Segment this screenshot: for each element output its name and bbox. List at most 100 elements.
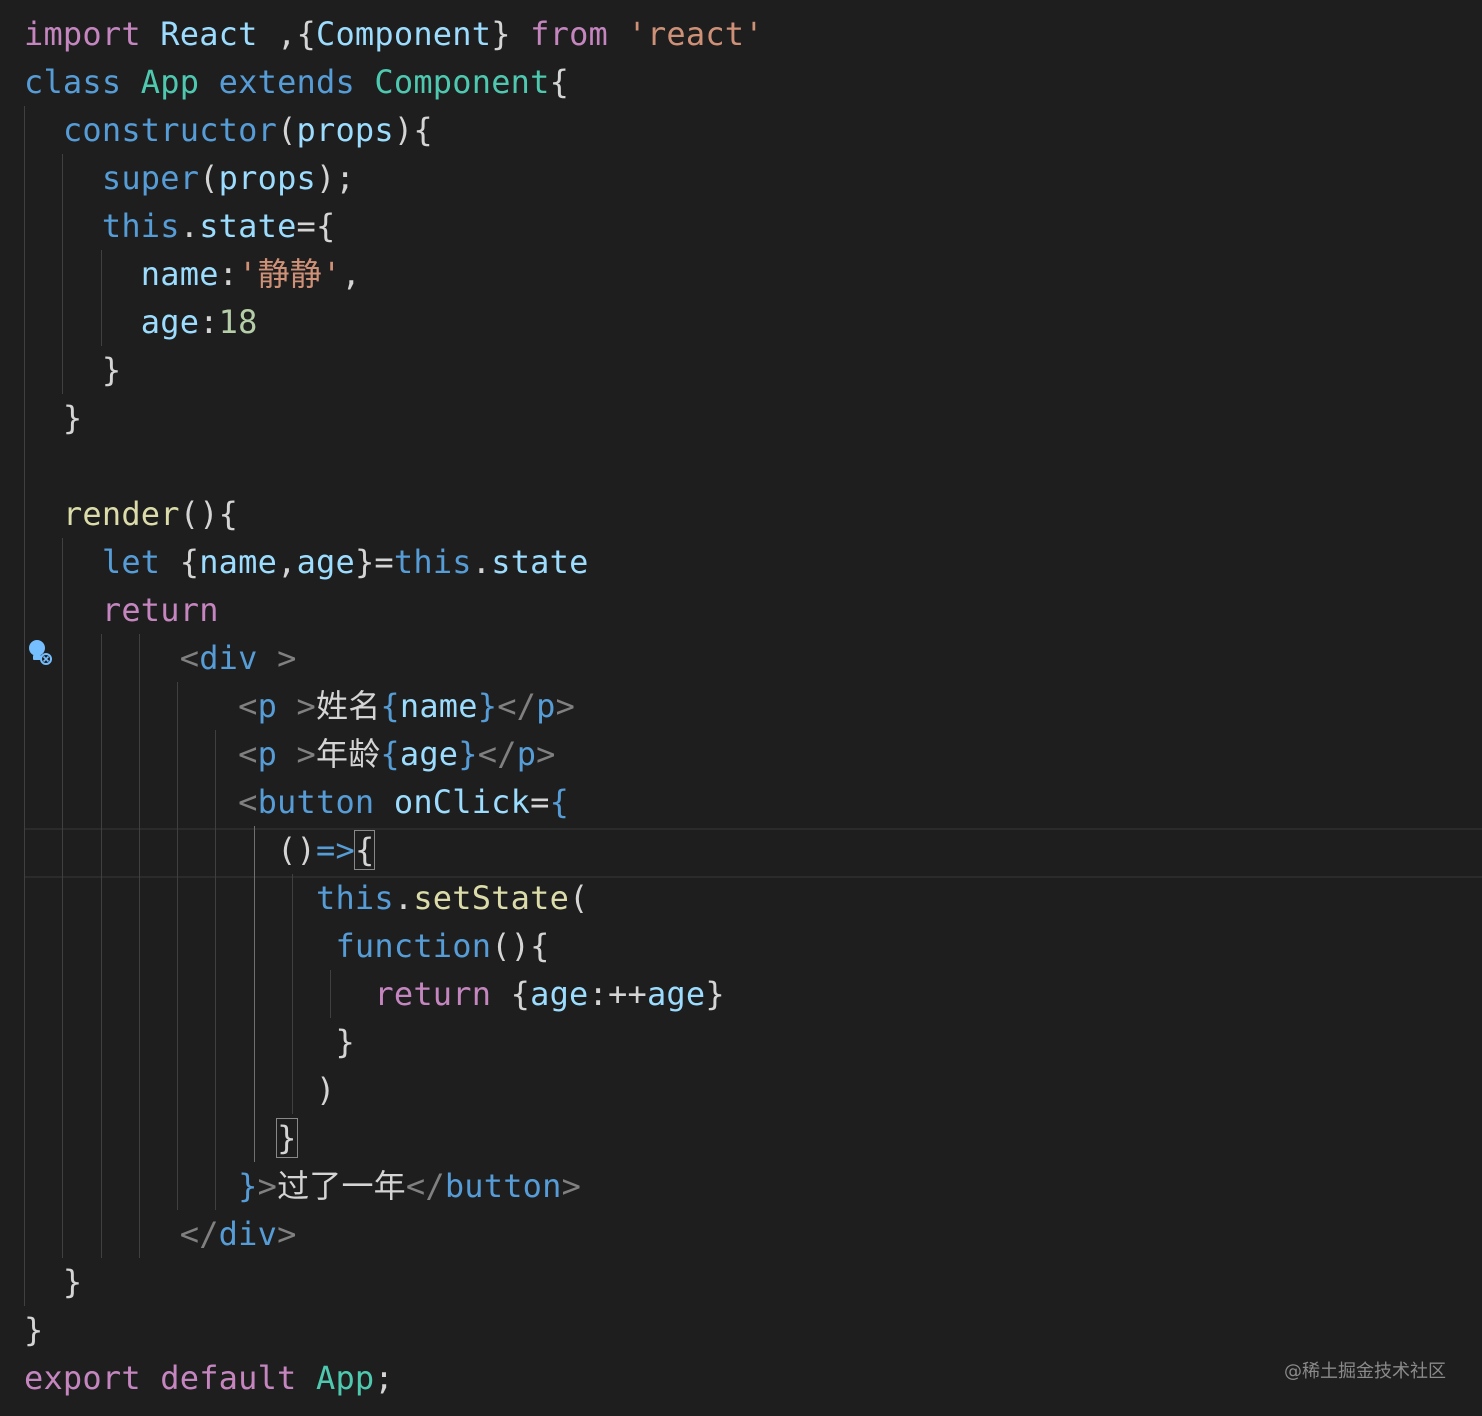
code-token: ( (569, 879, 589, 917)
code-line[interactable]: constructor(props){ (24, 106, 433, 154)
code-line[interactable]: age:18 (24, 298, 258, 346)
code-line[interactable]: import React ,{Component} from 'react' (24, 10, 764, 58)
code-token: 年龄 (316, 735, 381, 773)
code-token: Component (316, 15, 492, 53)
code-token: > (561, 1167, 582, 1205)
code-token: < (238, 735, 258, 773)
code-token: name (399, 687, 478, 725)
code-token: => (316, 831, 355, 869)
code-token: button (257, 783, 375, 821)
code-token: 姓名 (316, 687, 381, 725)
code-token: class (24, 63, 122, 101)
code-token: (){ (179, 495, 239, 533)
code-token: state (199, 207, 297, 245)
code-token: ,{ (257, 15, 316, 53)
code-line[interactable]: function(){ (24, 922, 550, 970)
code-token: (){ (491, 927, 550, 965)
code-line[interactable]: name:'静静', (24, 250, 361, 298)
code-token: } (276, 1118, 298, 1158)
code-token: ){ (393, 111, 433, 149)
code-line[interactable]: let {name,age}=this.state (24, 538, 589, 586)
code-token: state (491, 543, 589, 581)
code-token: age (140, 303, 200, 341)
code-line[interactable]: ) (24, 1066, 335, 1114)
code-token: setState (413, 879, 570, 917)
code-token: App (140, 63, 200, 101)
code-token: age (296, 543, 355, 581)
code-token: { (549, 63, 570, 101)
code-token: , (277, 543, 297, 581)
code-token: . (471, 543, 492, 581)
code-line[interactable]: return {age:++age} (24, 970, 725, 1018)
code-token: name (199, 543, 278, 581)
code-line[interactable]: super(props); (24, 154, 355, 202)
code-token: } (24, 399, 83, 437)
code-token: export (24, 1359, 141, 1397)
code-token: : (218, 255, 239, 293)
code-token: render (62, 495, 180, 533)
code-token: this (315, 879, 394, 917)
code-token: 'react' (627, 15, 764, 53)
code-token: } (24, 351, 122, 389)
code-token: 过了一年 (277, 1167, 406, 1205)
code-token: 18 (218, 303, 258, 341)
code-line[interactable]: }>过了一年</button> (24, 1162, 581, 1210)
code-token: } (705, 975, 725, 1013)
code-token: default (160, 1359, 297, 1397)
code-line[interactable]: </div> (24, 1210, 297, 1258)
code-line[interactable]: } (24, 1306, 43, 1354)
code-token: button (444, 1167, 562, 1205)
code-token: > (536, 735, 556, 773)
code-token: > (257, 639, 297, 677)
code-token: } (458, 735, 478, 773)
code-token: this (101, 207, 180, 245)
code-token: super (101, 159, 200, 197)
code-line[interactable]: <button onClick={ (24, 778, 569, 826)
code-token: import (24, 15, 141, 53)
code-line[interactable]: ()=>{ (24, 826, 376, 874)
code-token: :++ (588, 975, 647, 1013)
code-line[interactable]: } (24, 1018, 355, 1066)
code-line[interactable]: } (24, 346, 121, 394)
code-editor[interactable]: import React ,{Component} from 'react' cl… (0, 0, 1482, 1416)
code-line[interactable]: this.setState( (24, 874, 589, 922)
code-token: age (399, 735, 459, 773)
code-token: p (257, 687, 278, 725)
code-line[interactable]: return (24, 586, 219, 634)
code-token: this (393, 543, 472, 581)
code-line[interactable]: <p >姓名{name}</p> (24, 682, 575, 730)
code-token: </ (497, 687, 537, 725)
code-line[interactable]: this.state={ (24, 202, 335, 250)
code-line[interactable]: <div > (24, 634, 297, 682)
code-line[interactable]: export default App; (24, 1354, 394, 1402)
code-line[interactable]: render(){ (24, 490, 238, 538)
watermark: @稀土掘金技术社区 (1284, 1361, 1446, 1382)
code-token: props (218, 159, 316, 197)
code-line[interactable]: class App extends Component{ (24, 58, 569, 106)
code-line[interactable]: } (24, 1114, 298, 1162)
code-line[interactable]: } (24, 1258, 82, 1306)
code-token: } (24, 1263, 83, 1301)
code-token: extends (218, 63, 355, 101)
lightbulb-icon[interactable] (26, 638, 54, 666)
code-token: { (491, 975, 531, 1013)
code-line[interactable]: <p >年龄{age}</p> (24, 730, 556, 778)
code-token: > (555, 687, 576, 725)
code-token: . (393, 879, 414, 917)
code-token: age (646, 975, 706, 1013)
code-line[interactable]: } (24, 394, 82, 442)
